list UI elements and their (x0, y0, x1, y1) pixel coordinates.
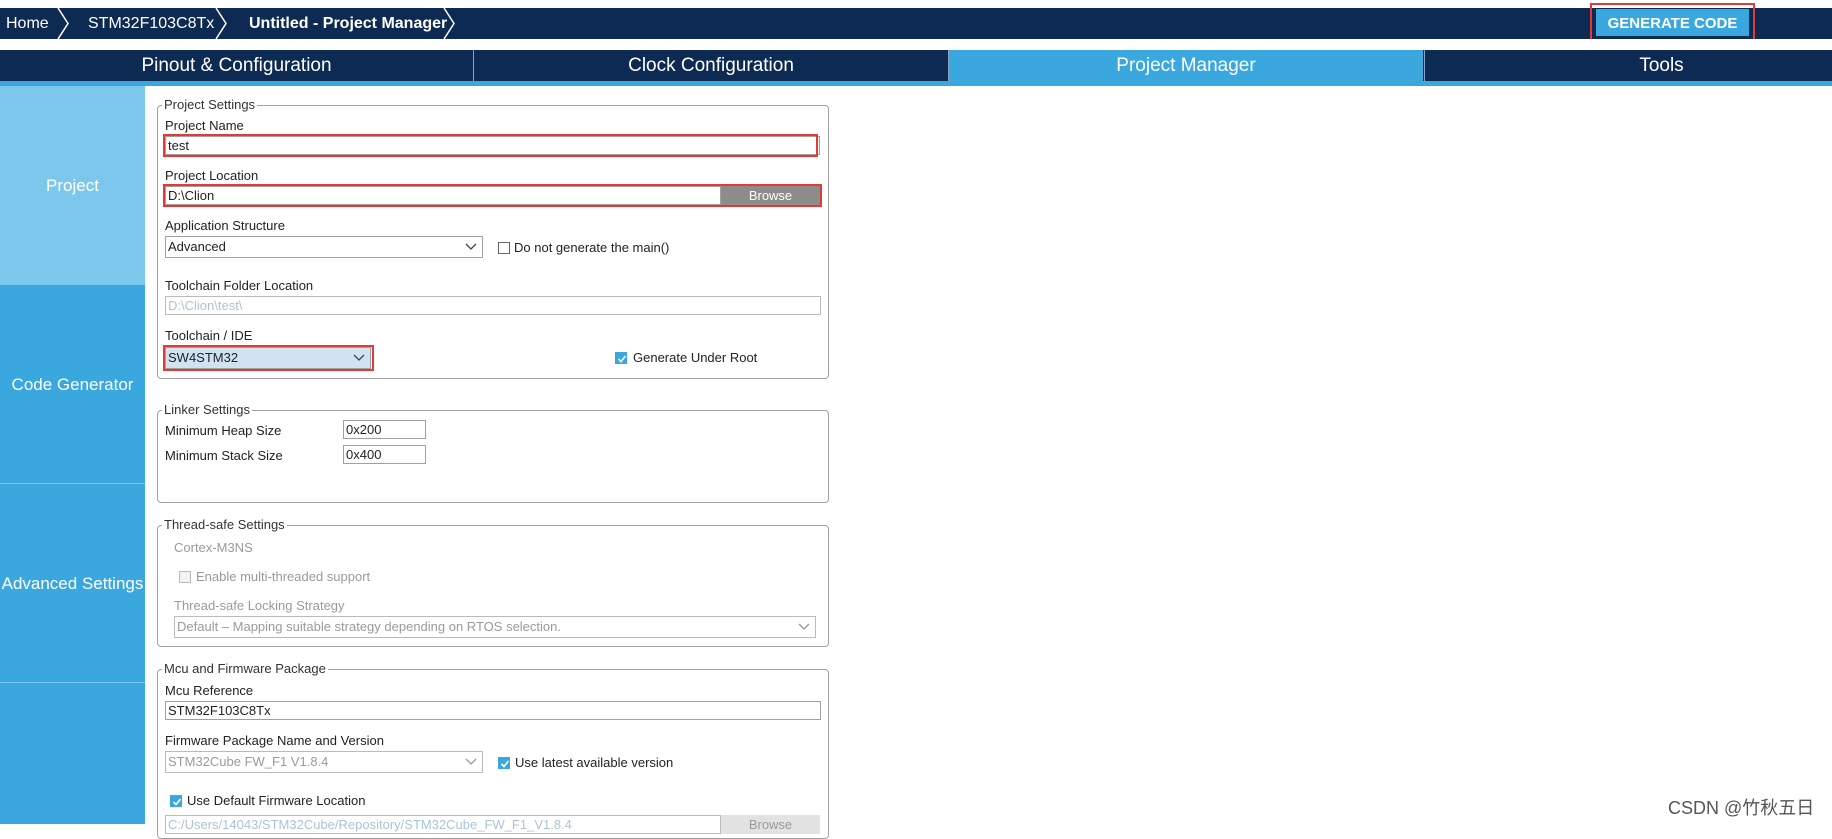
tab-pinout-configuration[interactable]: Pinout & Configuration (0, 50, 474, 81)
no-main-checkbox[interactable] (498, 242, 510, 254)
multithread-checkbox (179, 571, 191, 583)
min-heap-size-input[interactable]: 0x200 (343, 420, 426, 439)
app-logo-fragment: ▬▬▬ (8, 0, 44, 3)
sidebar-item-label: Code Generator (11, 375, 134, 394)
linker-settings-legend: Linker Settings (162, 402, 252, 417)
thread-safe-core-label: Cortex-M3NS (174, 540, 253, 555)
generate-code-button[interactable]: GENERATE CODE (1596, 9, 1749, 36)
top-strip: ▬▬▬ (0, 0, 1832, 8)
locking-strategy-select: Default – Mapping suitable strategy depe… (174, 616, 816, 638)
project-name-label: Project Name (165, 118, 244, 133)
locking-strategy-label: Thread-safe Locking Strategy (174, 598, 345, 613)
thread-safe-settings-legend: Thread-safe Settings (162, 517, 287, 532)
use-latest-version-checkbox[interactable] (498, 757, 510, 769)
multithread-label: Enable multi-threaded support (196, 569, 371, 584)
mcu-reference-input: STM32F103C8Tx (165, 701, 821, 720)
chevron-right-icon (443, 8, 455, 39)
sidebar-divider (0, 682, 145, 683)
breadcrumb-project-manager[interactable]: Untitled - Project Manager (249, 8, 447, 39)
toolchain-folder-input: D:\Clion\test\ (165, 296, 821, 315)
generate-under-root-label: Generate Under Root (633, 350, 758, 365)
chevron-down-icon (798, 623, 810, 630)
firmware-path-input: C:/Users/14043/STM32Cube/Repository/STM3… (165, 815, 721, 834)
application-structure-select[interactable]: Advanced (165, 236, 483, 258)
checkmark-icon (617, 355, 627, 363)
firmware-package-select: STM32Cube FW_F1 V1.8.4 (165, 751, 483, 773)
toolchain-ide-label: Toolchain / IDE (165, 328, 253, 343)
application-structure-label: Application Structure (165, 218, 285, 233)
no-main-label: Do not generate the main() (514, 240, 670, 255)
breadcrumb-home[interactable]: Home (6, 8, 49, 39)
sidebar: Project Code Generator Advanced Settings (0, 86, 145, 824)
chevron-down-icon (465, 243, 477, 250)
firmware-path-browse-button: Browse (721, 815, 820, 834)
locking-strategy-value: Default – Mapping suitable strategy depe… (177, 619, 561, 634)
project-name-highlight (163, 134, 818, 157)
default-firmware-location-checkbox[interactable] (170, 795, 182, 807)
tab-project-manager[interactable]: Project Manager (949, 50, 1423, 81)
application-structure-value: Advanced (168, 239, 226, 254)
firmware-package-value: STM32Cube FW_F1 V1.8.4 (168, 754, 329, 769)
csdn-watermark: CSDN @竹秋五日 (1668, 798, 1815, 818)
main-tab-bar: Pinout & Configuration Clock Configurati… (0, 50, 1832, 81)
chevron-down-icon (465, 758, 477, 765)
generate-code-highlight: GENERATE CODE (1590, 3, 1755, 42)
sidebar-item-code-generator[interactable]: Code Generator (0, 285, 145, 484)
min-stack-size-label: Minimum Stack Size (165, 448, 283, 463)
chevron-right-icon (215, 8, 227, 39)
project-location-highlight (163, 184, 822, 207)
min-heap-size-label: Minimum Heap Size (165, 423, 282, 438)
project-settings-legend: Project Settings (162, 97, 258, 112)
mcu-reference-label: Mcu Reference (165, 683, 254, 698)
firmware-package-label: Firmware Package Name and Version (165, 733, 384, 748)
sidebar-item-label: Advanced Settings (1, 574, 144, 593)
toolchain-folder-label: Toolchain Folder Location (165, 278, 314, 293)
sidebar-item-project[interactable]: Project (0, 86, 145, 285)
default-firmware-location-label: Use Default Firmware Location (187, 793, 366, 808)
min-stack-size-input[interactable]: 0x400 (343, 445, 426, 464)
generate-under-root-checkbox[interactable] (615, 352, 627, 364)
use-latest-version-label: Use latest available version (515, 755, 674, 770)
tab-tools[interactable]: Tools (1424, 50, 1832, 81)
checkmark-icon (500, 760, 510, 768)
sidebar-item-label: Project (46, 176, 99, 195)
mcu-firmware-legend: Mcu and Firmware Package (162, 661, 328, 676)
toolchain-ide-highlight (163, 345, 374, 371)
project-location-label: Project Location (165, 168, 259, 183)
tab-clock-configuration[interactable]: Clock Configuration (474, 50, 949, 81)
header-gap (0, 39, 1832, 50)
checkmark-icon (172, 798, 182, 806)
breadcrumb-mcu[interactable]: STM32F103C8Tx (88, 8, 214, 39)
tab-underline (0, 81, 1832, 86)
chevron-right-icon (57, 8, 69, 39)
sidebar-item-advanced-settings[interactable]: Advanced Settings (0, 484, 145, 683)
breadcrumb: Home STM32F103C8Tx Untitled - Project Ma… (0, 8, 1832, 39)
